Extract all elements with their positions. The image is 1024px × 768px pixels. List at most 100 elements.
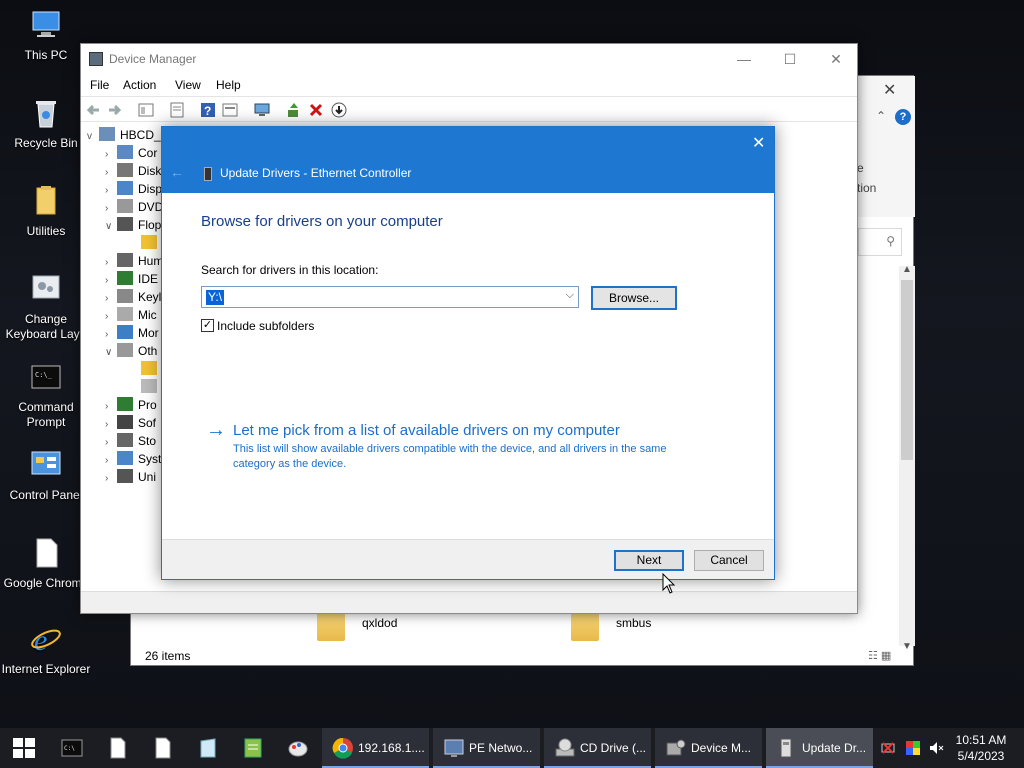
browse-button[interactable]: Browse... bbox=[591, 286, 677, 310]
folder-icon[interactable] bbox=[317, 611, 345, 641]
desktop-icon-internet-explorer[interactable]: e Internet Explorer bbox=[0, 622, 92, 677]
file-icon[interactable] bbox=[152, 737, 174, 759]
vertical-scrollbar[interactable]: ▲ ▼ bbox=[899, 264, 915, 652]
update-drivers-dialog[interactable]: ← Update Drivers - Ethernet Controller ✕… bbox=[161, 126, 775, 580]
cancel-button[interactable]: Cancel bbox=[694, 550, 764, 571]
clock-date: 5/4/2023 bbox=[957, 749, 1005, 763]
desktop-icon-command-prompt[interactable]: C:\_ Command Prompt bbox=[0, 360, 92, 430]
search-input[interactable]: ⚲ bbox=[858, 228, 902, 256]
close-icon[interactable]: ✕ bbox=[883, 80, 896, 100]
tree-row[interactable]: › Uni bbox=[105, 468, 156, 486]
command-prompt-icon[interactable]: C:\ bbox=[61, 737, 83, 759]
this-pc-icon bbox=[29, 8, 63, 42]
taskbar-task-cd-drive[interactable]: CD Drive (... bbox=[544, 728, 651, 768]
include-subfolders-checkbox[interactable]: ✓ bbox=[201, 319, 214, 332]
search-icon: ⚲ bbox=[886, 234, 895, 248]
start-button[interactable] bbox=[13, 738, 35, 758]
system-clock[interactable]: 10:51 AM 5/4/2023 bbox=[948, 732, 1014, 764]
editor-icon[interactable] bbox=[242, 737, 264, 759]
tree-row[interactable]: › Cor bbox=[105, 144, 157, 162]
scan-hardware-icon[interactable] bbox=[254, 102, 270, 118]
taskbar-task-device-manager[interactable]: Device M... bbox=[655, 728, 762, 768]
storage-controller-icon bbox=[117, 433, 133, 447]
scrollbar-thumb[interactable] bbox=[901, 280, 913, 460]
next-button[interactable]: Next bbox=[614, 550, 684, 571]
update-driver-icon[interactable] bbox=[286, 102, 302, 118]
chevron-down-icon[interactable]: ⌵ bbox=[566, 289, 574, 302]
tree-row[interactable] bbox=[141, 360, 162, 378]
tree-row[interactable]: › IDE bbox=[105, 270, 158, 288]
show-hide-tree-icon[interactable] bbox=[138, 102, 154, 118]
tree-row[interactable]: › Mor bbox=[105, 324, 159, 342]
menu-action[interactable]: Action bbox=[123, 78, 156, 92]
back-arrow-icon[interactable]: ← bbox=[170, 164, 184, 180]
tree-row[interactable]: › Pro bbox=[105, 396, 157, 414]
tree-row[interactable]: › DVD bbox=[105, 198, 163, 216]
tree-row[interactable]: › Hum bbox=[105, 252, 163, 270]
uninstall-icon[interactable] bbox=[308, 102, 324, 118]
tree-row[interactable]: › Disp bbox=[105, 180, 162, 198]
tree-row[interactable]: › Disk bbox=[105, 162, 161, 180]
desktop-icon-google-chrome[interactable]: Google Chrome bbox=[0, 536, 92, 591]
forward-icon[interactable] bbox=[107, 102, 123, 118]
folder-label[interactable]: qxldod bbox=[362, 616, 397, 630]
tree-row[interactable]: ∨ Oth bbox=[105, 342, 157, 360]
collapse-icon[interactable]: v bbox=[87, 128, 99, 146]
menu-file[interactable]: File bbox=[90, 78, 109, 92]
tree-row[interactable]: › Mic bbox=[105, 306, 157, 324]
tree-row[interactable]: › Keyl bbox=[105, 288, 161, 306]
desktop-icon-this-pc[interactable]: This PC bbox=[0, 8, 92, 63]
help-icon[interactable]: ? bbox=[200, 102, 216, 118]
folder-icon[interactable] bbox=[571, 611, 599, 641]
driver-path-combobox[interactable]: Y:\ ⌵ bbox=[201, 286, 579, 308]
floppy-icon bbox=[117, 217, 133, 231]
scroll-up-icon[interactable]: ▲ bbox=[902, 264, 912, 275]
collapse-icon[interactable]: ∨ bbox=[105, 344, 117, 362]
back-icon[interactable] bbox=[85, 102, 101, 118]
tree-row[interactable]: › Sof bbox=[105, 414, 156, 432]
desktop-icon-utilities[interactable]: Utilities bbox=[0, 184, 92, 239]
paint-icon[interactable] bbox=[287, 737, 309, 759]
tree-row[interactable]: ∨ Flop bbox=[105, 216, 161, 234]
help-icon[interactable]: ? bbox=[895, 109, 911, 125]
include-subfolders-label[interactable]: Include subfolders bbox=[217, 319, 314, 333]
collapse-icon[interactable]: ∨ bbox=[105, 218, 117, 236]
desktop-icon-label: This PC bbox=[24, 48, 68, 62]
menu-help[interactable]: Help bbox=[216, 78, 241, 92]
menu-view[interactable]: View bbox=[175, 78, 201, 92]
desktop-icon-label: Google Chrome bbox=[3, 576, 89, 590]
file-icon[interactable] bbox=[107, 737, 129, 759]
taskbar-task-chrome[interactable]: 192.168.1.... bbox=[322, 728, 429, 768]
taskbar-task-update-drivers[interactable]: Update Dr... bbox=[766, 728, 873, 768]
driver-path-value[interactable]: Y:\ bbox=[206, 290, 225, 305]
tree-row[interactable]: › Sto bbox=[105, 432, 156, 450]
volume-muted-icon[interactable] bbox=[928, 740, 944, 756]
close-button[interactable]: ✕ bbox=[813, 48, 859, 70]
view-toggle-icons[interactable]: ☷ ▦ bbox=[868, 649, 891, 662]
arrow-right-icon[interactable]: → bbox=[206, 419, 226, 442]
taskbar-task-pe-network[interactable]: PE Netwo... bbox=[433, 728, 540, 768]
collapse-ribbon-icon[interactable]: ⌃ bbox=[876, 109, 886, 123]
view-icon[interactable] bbox=[222, 102, 238, 118]
network-status-icon[interactable] bbox=[880, 740, 896, 756]
desktop-icon-recycle-bin[interactable]: Recycle Bin bbox=[0, 96, 92, 151]
folder-label[interactable]: smbus bbox=[616, 616, 651, 630]
maximize-button[interactable]: ☐ bbox=[767, 48, 813, 70]
tree-row[interactable]: › Syst bbox=[105, 450, 161, 468]
tree-root[interactable]: v HBCD_ bbox=[87, 126, 161, 144]
tree-row[interactable] bbox=[141, 378, 162, 396]
color-tool-icon[interactable] bbox=[905, 740, 921, 756]
properties-icon[interactable] bbox=[169, 102, 185, 118]
pick-from-list-link[interactable]: Let me pick from a list of available dri… bbox=[233, 422, 620, 439]
close-icon[interactable]: ✕ bbox=[752, 133, 765, 153]
other-devices-icon bbox=[117, 343, 133, 357]
scroll-down-icon[interactable]: ▼ bbox=[902, 641, 912, 652]
device-manager-icon bbox=[89, 52, 103, 66]
minimize-button[interactable]: — bbox=[721, 48, 767, 70]
tree-row[interactable] bbox=[141, 234, 162, 252]
desktop-icon-change-keyboard[interactable]: Change Keyboard Layo bbox=[0, 272, 92, 342]
expand-icon[interactable]: › bbox=[105, 470, 117, 488]
notepad-icon[interactable] bbox=[197, 737, 219, 759]
desktop-icon-control-panel[interactable]: Control Panel bbox=[0, 448, 92, 503]
disable-device-icon[interactable] bbox=[331, 102, 347, 118]
